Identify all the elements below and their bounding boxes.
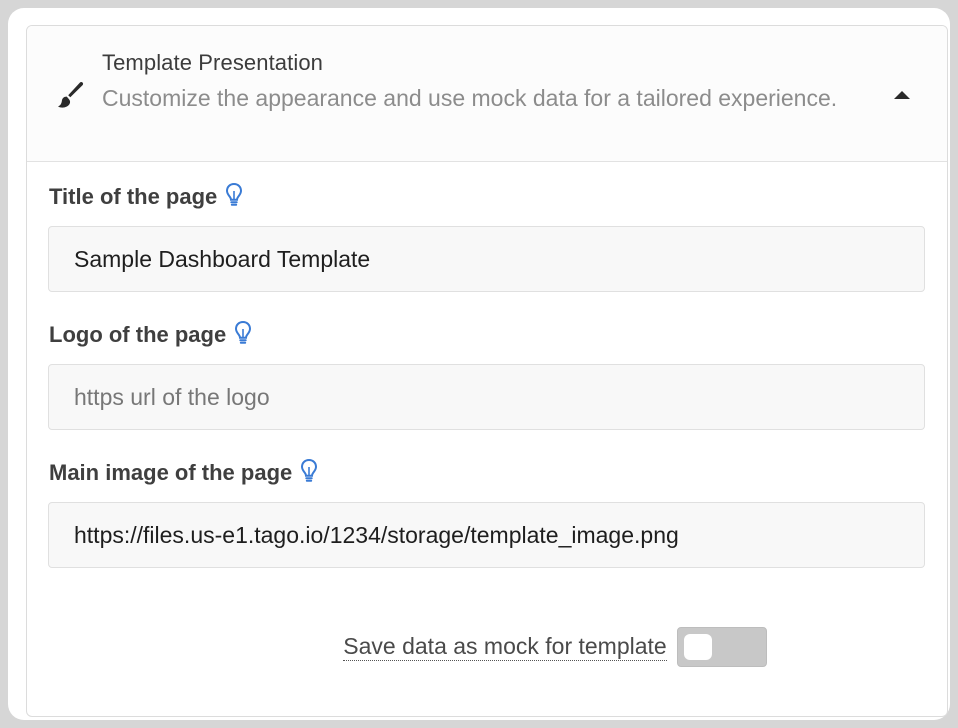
template-presentation-card: Template Presentation Customize the appe… (26, 25, 948, 717)
page-title-input[interactable] (48, 226, 925, 292)
section-title: Template Presentation (102, 50, 324, 75)
chevron-up-icon[interactable] (891, 88, 913, 102)
toggle-knob (683, 634, 712, 660)
logo-field-label: Logo of the page (49, 320, 252, 348)
logo-label-text: Logo of the page (49, 322, 227, 347)
lightbulb-icon[interactable] (234, 320, 252, 346)
main-image-label-text: Main image of the page (49, 460, 293, 485)
panel-frame: Template Presentation Customize the appe… (8, 8, 950, 720)
section-description: Customize the appearance and use mock da… (102, 85, 838, 111)
main-image-field-label: Main image of the page (49, 458, 318, 486)
mock-toggle-row: Save data as mock for template (27, 626, 947, 668)
lightbulb-icon[interactable] (225, 182, 243, 208)
mock-data-toggle[interactable] (676, 627, 767, 667)
lightbulb-icon[interactable] (300, 458, 318, 484)
logo-url-input[interactable] (48, 364, 925, 430)
window-backdrop: Template Presentation Customize the appe… (0, 0, 958, 728)
section-header[interactable]: Template Presentation Customize the appe… (27, 26, 947, 162)
main-image-url-input[interactable] (48, 502, 925, 568)
mock-toggle-label[interactable]: Save data as mock for template (343, 633, 667, 661)
paintbrush-icon (58, 81, 84, 108)
title-label-text: Title of the page (49, 184, 218, 209)
title-field-label: Title of the page (49, 182, 243, 210)
